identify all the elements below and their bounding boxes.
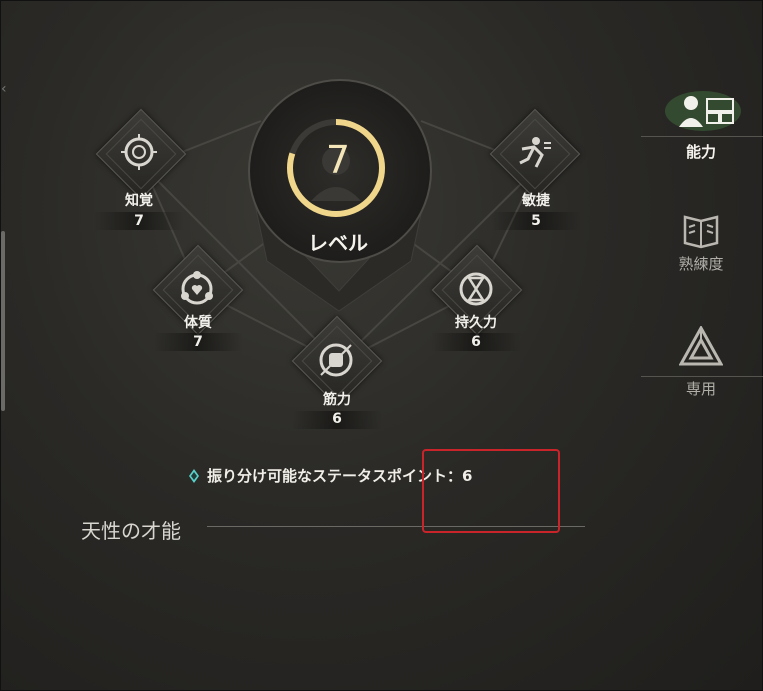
stat-label: 知覚	[125, 193, 153, 209]
stat-value: 6	[471, 334, 481, 350]
level-value: 7	[325, 138, 351, 182]
sidebar-item-exclusive[interactable]: 専用	[641, 324, 761, 399]
agility-icon	[513, 132, 553, 172]
stat-label: 筋力	[323, 392, 351, 408]
stat-value: 6	[332, 411, 342, 427]
level-label: レベル	[308, 231, 368, 255]
sidebar-item-proficiency[interactable]: 熟練度	[641, 213, 761, 274]
stat-value: 7	[134, 213, 144, 229]
endurance-icon	[456, 269, 496, 309]
sidebar-item-label: 能力	[685, 143, 716, 161]
sidebar-item-label: 専用	[685, 380, 716, 398]
ability-icon	[665, 91, 741, 131]
strength-icon	[316, 340, 356, 380]
stat-label: 体質	[184, 315, 212, 331]
section-title: 天性の才能	[81, 519, 181, 543]
sidebar-item-ability[interactable]: 能力	[641, 89, 761, 162]
constitution-icon	[177, 269, 217, 309]
highlight-box	[422, 449, 560, 533]
stat-label: 敏捷	[522, 193, 550, 209]
gem-icon	[189, 468, 199, 483]
perception-icon	[119, 132, 159, 172]
stat-value: 5	[531, 213, 541, 229]
stat-value: 7	[193, 334, 203, 350]
stat-label: 持久力	[455, 315, 497, 331]
sidebar-item-label: 熟練度	[678, 255, 724, 273]
book-icon	[683, 215, 719, 249]
triangle-emblem-icon	[678, 324, 724, 366]
